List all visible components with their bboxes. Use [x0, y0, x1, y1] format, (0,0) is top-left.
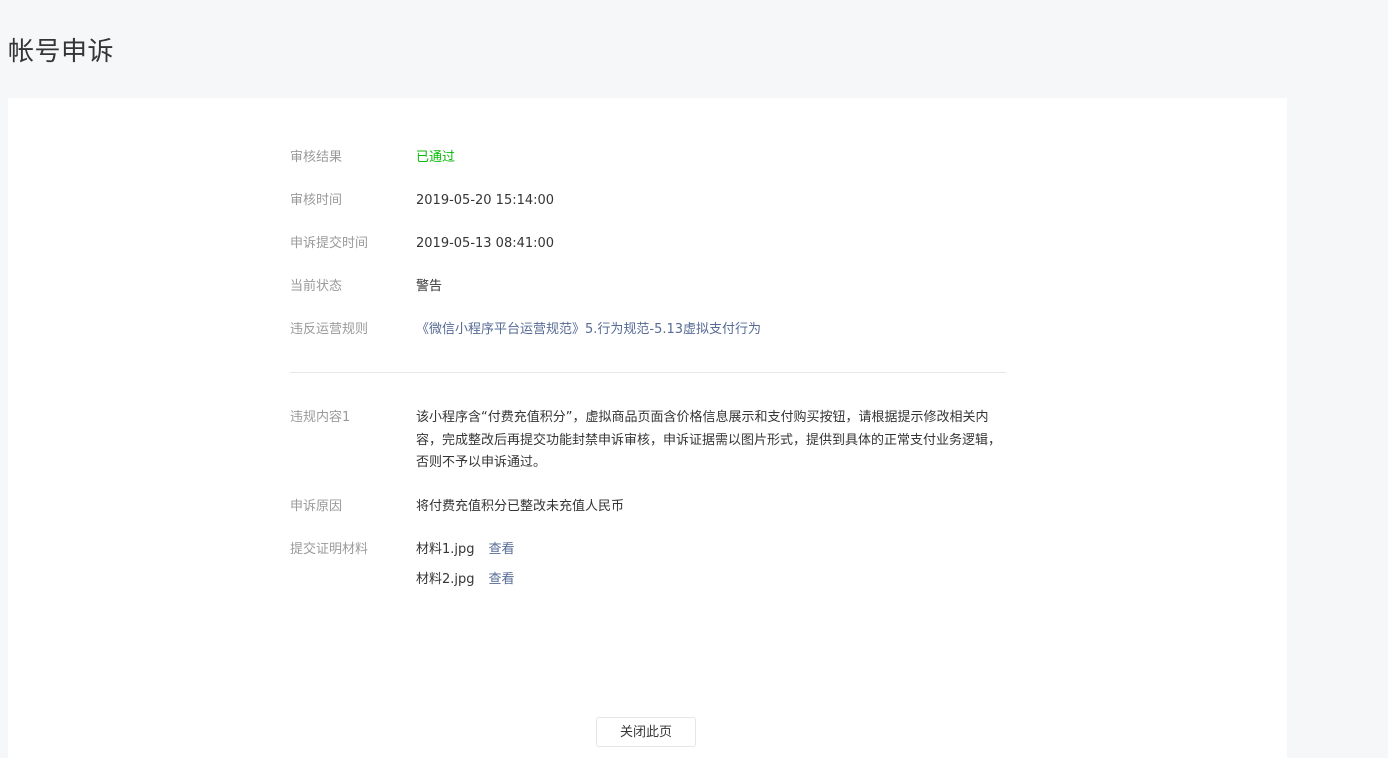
appeal-detail-card: 审核结果 已通过 审核时间 2019-05-20 15:14:00 申诉提交时间…: [8, 98, 1287, 758]
violation-content-label: 违规内容1: [290, 410, 351, 425]
evidence-file-list: 材料1.jpg 查看 材料2.jpg 查看: [416, 539, 1006, 591]
evidence-file-item: 材料2.jpg 查看: [416, 569, 1006, 591]
appeal-reason-label: 申诉原因: [290, 498, 343, 514]
close-page-button[interactable]: 关闭此页: [596, 717, 696, 747]
appeal-detail-list: 审核结果 已通过 审核时间 2019-05-20 15:14:00 申诉提交时间…: [290, 143, 1006, 591]
review-result-label: 审核结果: [290, 150, 343, 165]
current-status-row: 当前状态 警告: [290, 276, 1006, 298]
evidence-label: 提交证明材料: [290, 541, 369, 557]
violation-content-value: 该小程序含“付费充值积分”，虚拟商品页面含价格信息展示和支付购买按钮，请根据提示…: [416, 410, 1002, 470]
section-divider: [290, 372, 1006, 373]
review-time-value: 2019-05-20 15:14:00: [416, 193, 555, 208]
submit-time-row: 申诉提交时间 2019-05-13 08:41:00: [290, 233, 1006, 255]
view-file-link[interactable]: 查看: [489, 572, 515, 587]
evidence-file-name: 材料1.jpg: [416, 541, 475, 557]
evidence-file-item: 材料1.jpg 查看: [416, 539, 1006, 561]
violated-rule-row: 违反运营规则 《微信小程序平台运营规范》5.行为规范-5.13虚拟支付行为: [290, 319, 1006, 341]
submit-time-label: 申诉提交时间: [290, 236, 369, 251]
review-result-value: 已通过: [416, 150, 456, 165]
review-result-row: 审核结果 已通过: [290, 147, 1006, 169]
appeal-reason-value: 将付费充值积分已整改未充值人民币: [416, 498, 625, 514]
violated-rule-label: 违反运营规则: [290, 322, 369, 337]
page-title: 帐号申诉: [8, 37, 115, 67]
review-time-row: 审核时间 2019-05-20 15:14:00: [290, 190, 1006, 212]
violated-rule-link[interactable]: 《微信小程序平台运营规范》5.行为规范-5.13虚拟支付行为: [416, 319, 1006, 341]
appeal-reason-row: 申诉原因 将付费充值积分已整改未充值人民币: [290, 496, 1006, 518]
current-status-value: 警告: [416, 279, 443, 294]
view-file-link[interactable]: 查看: [489, 542, 515, 557]
submit-time-value: 2019-05-13 08:41:00: [416, 236, 555, 251]
evidence-file-name: 材料2.jpg: [416, 571, 475, 587]
evidence-row: 提交证明材料 材料1.jpg 查看 材料2.jpg 查看: [290, 539, 1006, 591]
review-time-label: 审核时间: [290, 193, 343, 208]
current-status-label: 当前状态: [290, 279, 343, 294]
violation-content-row: 违规内容1 该小程序含“付费充值积分”，虚拟商品页面含价格信息展示和支付购买按钮…: [290, 407, 1006, 475]
